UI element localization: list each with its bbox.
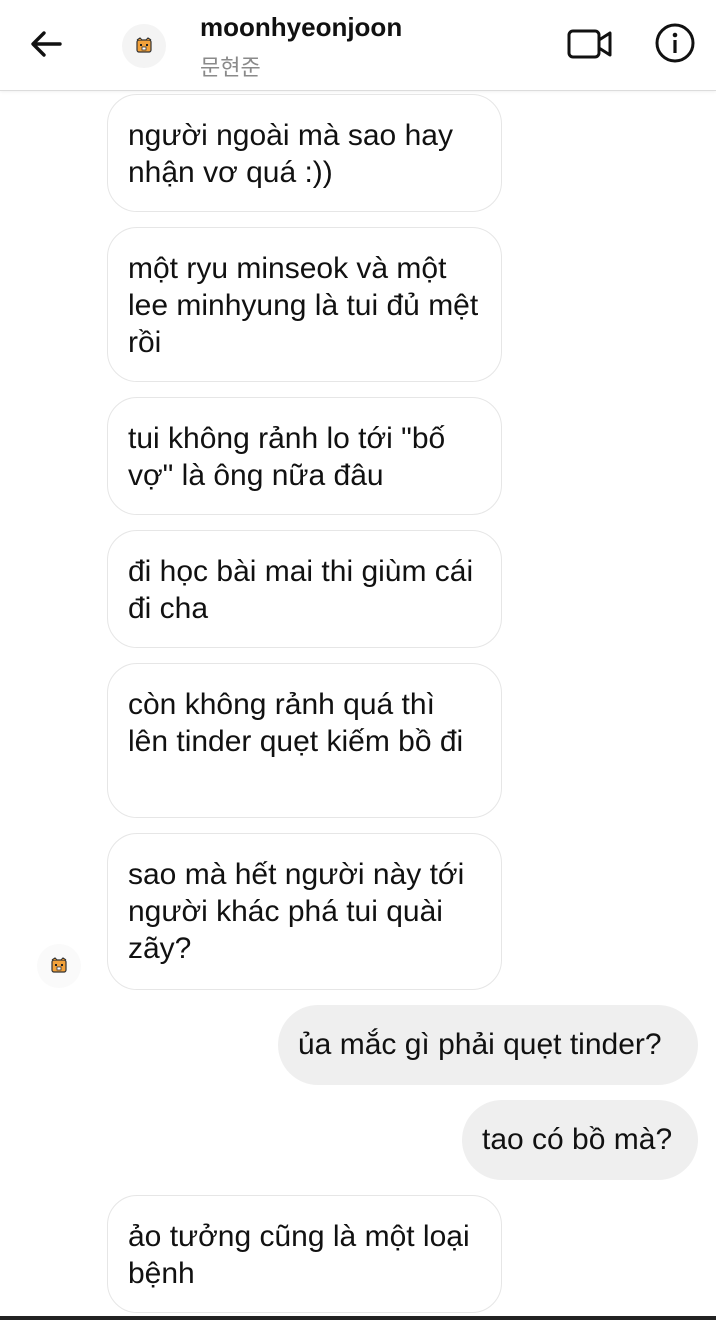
tiger-sticker-icon — [136, 37, 152, 53]
avatar[interactable] — [122, 24, 166, 68]
chat-header: moonhyeonjoon 문현준 — [0, 0, 716, 91]
incoming-message[interactable]: một ryu minseok và một lee minhyung là t… — [107, 227, 502, 382]
outgoing-message[interactable]: tao có bồ mà? — [462, 1100, 698, 1180]
bottom-divider — [0, 1316, 716, 1320]
tiger-sticker-icon — [51, 957, 67, 973]
incoming-message[interactable]: tui không rảnh lo tới "bố vợ" là ông nữa… — [107, 397, 502, 515]
sender-avatar[interactable] — [37, 944, 81, 988]
incoming-message[interactable]: sao mà hết người này tới người khác phá … — [107, 833, 502, 990]
info-icon[interactable] — [654, 22, 696, 64]
arrow-left-icon[interactable] — [26, 24, 66, 64]
username[interactable]: moonhyeonjoon — [200, 12, 402, 43]
incoming-message[interactable]: đi học bài mai thi giùm cái đi cha — [107, 530, 502, 648]
incoming-message[interactable]: còn không rảnh quá thì lên tinder quẹt k… — [107, 663, 502, 818]
video-camera-icon[interactable] — [566, 24, 614, 64]
incoming-message[interactable]: người ngoài mà sao hay nhận vơ quá :)) — [107, 94, 502, 212]
user-display-name: 문현준 — [200, 55, 261, 80]
outgoing-message[interactable]: ủa mắc gì phải quẹt tinder? — [278, 1005, 698, 1085]
incoming-message[interactable]: ảo tưởng cũng là một loại bệnh — [107, 1195, 502, 1313]
